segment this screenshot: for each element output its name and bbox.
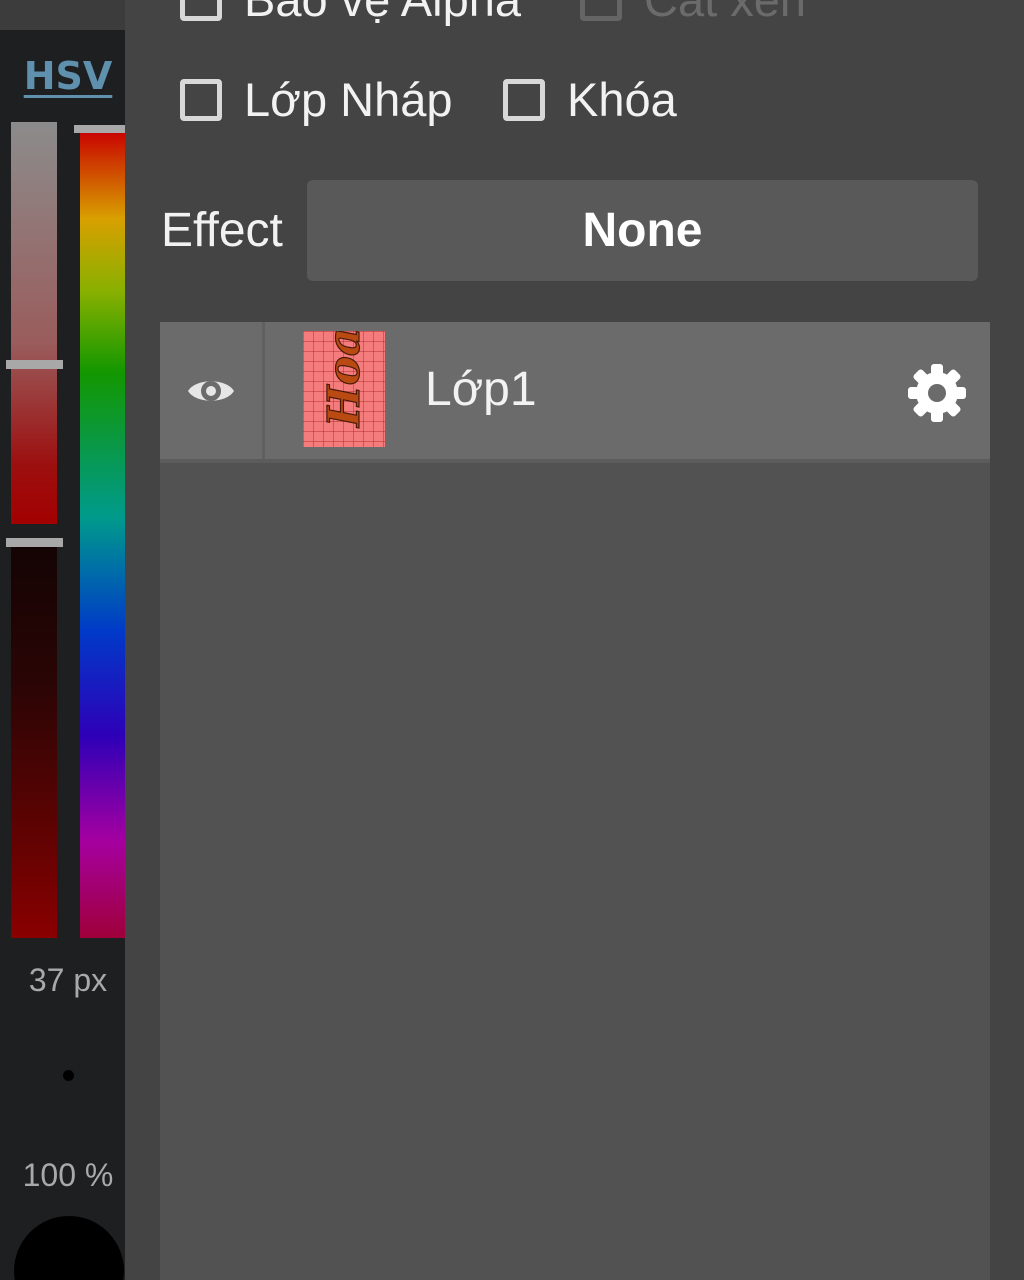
clipping-checkbox[interactable]: Cắt xén (580, 0, 806, 27)
layer-row-divider (160, 459, 990, 463)
layer-list: Hoa Lớp1 (160, 322, 990, 1280)
value-slider[interactable] (11, 545, 57, 938)
color-panel-header (0, 0, 125, 30)
color-panel: HSV 37 px 100 % (0, 0, 125, 1280)
effect-label: Effect (161, 204, 283, 257)
layer-panel-screen: HSV 37 px 100 % Bảo vệ Alpha Cắt xén Lớp… (0, 0, 1024, 1280)
gear-icon (908, 364, 966, 422)
layer-row[interactable]: Hoa Lớp1 (160, 322, 990, 459)
thumbnail-text: Hoa (319, 331, 370, 429)
saturation-slider-thumb[interactable] (6, 360, 63, 369)
opacity-label[interactable]: 100 % (0, 1157, 136, 1194)
checkbox-label: Cắt xén (644, 0, 806, 27)
draft-layer-checkbox[interactable]: Lớp Nháp (180, 72, 453, 127)
checkbox-label: Khóa (567, 73, 677, 126)
layer-thumbnail[interactable]: Hoa (303, 331, 385, 447)
lock-checkbox[interactable]: Khóa (503, 72, 677, 127)
layer-visibility-toggle[interactable] (160, 322, 262, 459)
checkbox-label: Bảo vệ Alpha (244, 0, 521, 27)
effect-value: None (582, 204, 703, 257)
checkbox-box[interactable] (503, 78, 545, 121)
hsv-mode-tab[interactable]: HSV (0, 54, 136, 98)
current-color-swatch[interactable] (14, 1216, 124, 1280)
row-separator (262, 322, 265, 459)
alpha-protect-checkbox[interactable]: Bảo vệ Alpha (180, 0, 521, 27)
hue-slider[interactable] (80, 130, 125, 938)
checkbox-label: Lớp Nháp (244, 73, 453, 126)
brush-size-preview[interactable] (63, 1070, 74, 1081)
hue-slider-thumb[interactable] (74, 125, 125, 133)
layer-name: Lớp1 (425, 363, 537, 416)
effect-select-button[interactable]: None (307, 180, 978, 281)
value-slider-thumb[interactable] (6, 538, 63, 547)
eye-icon (188, 380, 234, 401)
layer-settings-button[interactable] (905, 361, 969, 425)
checkbox-box[interactable] (180, 78, 222, 121)
checkbox-box[interactable] (580, 0, 622, 21)
brush-size-label[interactable]: 37 px (0, 962, 136, 999)
checkbox-box[interactable] (180, 0, 222, 21)
saturation-slider[interactable] (11, 122, 57, 524)
thumbnail-artwork: Hoa (318, 331, 370, 430)
